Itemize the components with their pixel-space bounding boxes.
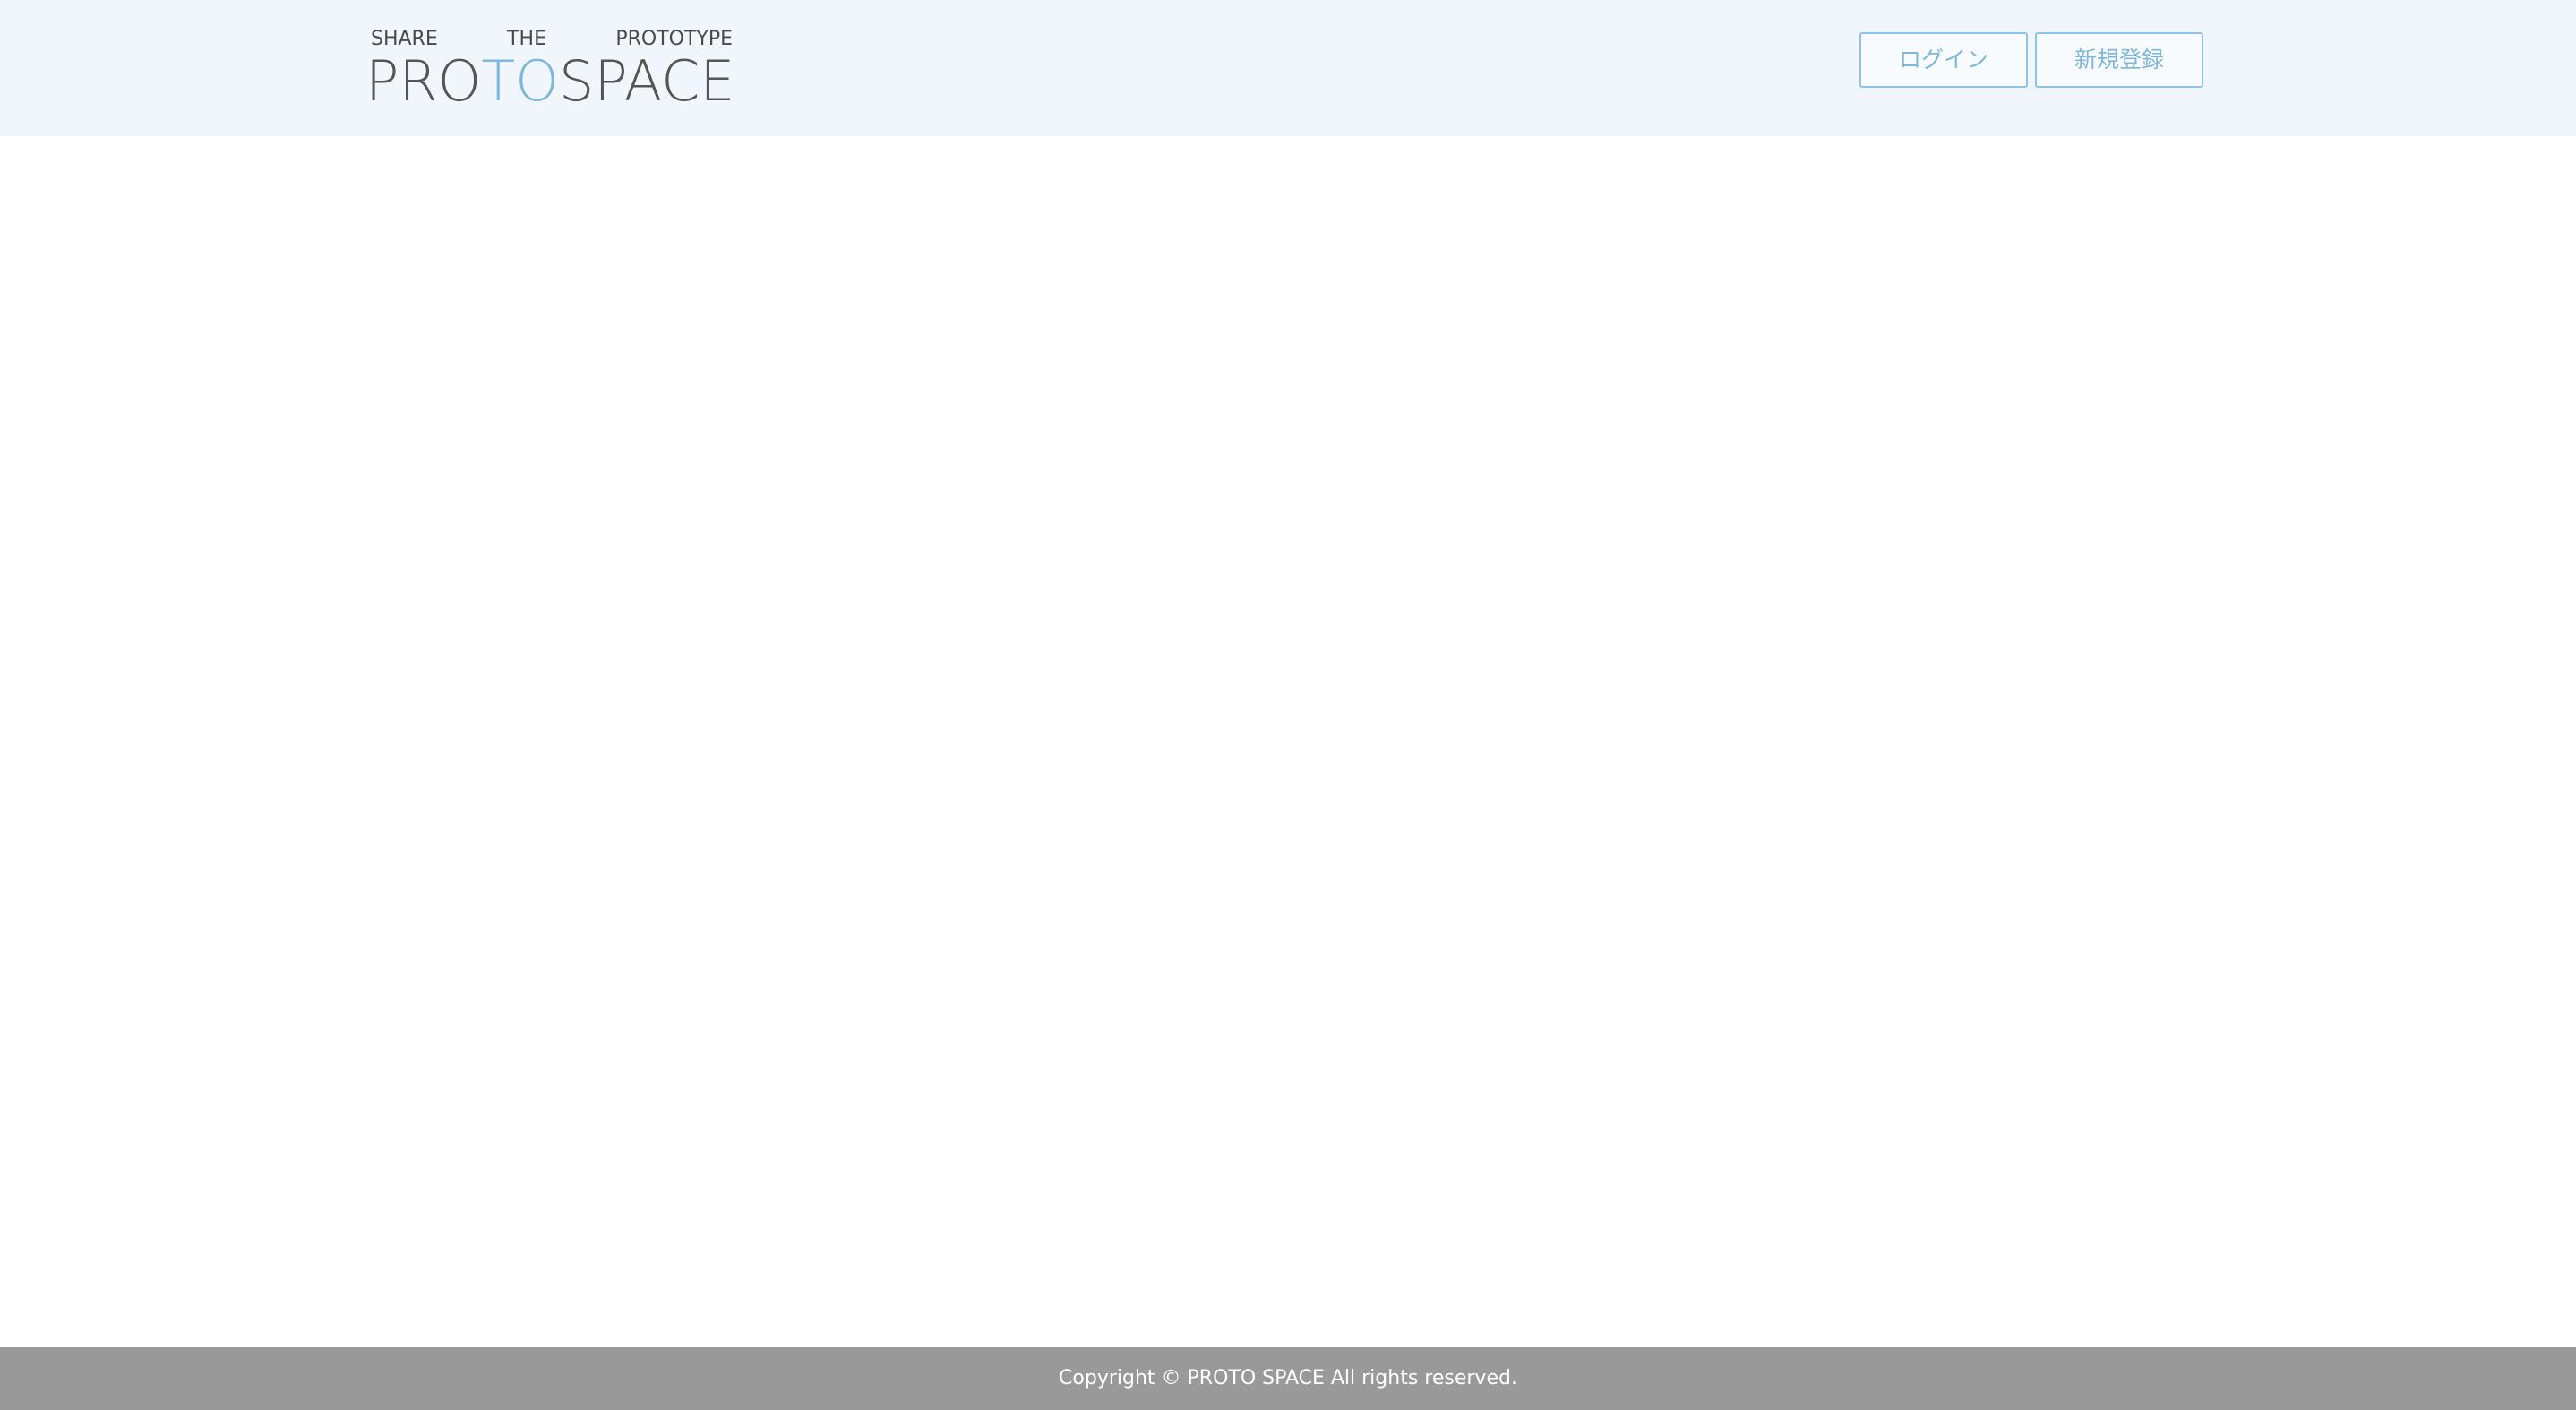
- logo-wordmark: PRO TO SPACE: [365, 48, 735, 114]
- main-content: [0, 136, 2576, 1347]
- page: SHARE THE PROTOTYPE PRO TO SPACE ログイン 新規登録…: [0, 0, 2576, 1410]
- login-button[interactable]: ログイン: [1859, 32, 2028, 88]
- copyright-text: Copyright © PROTO SPACE All rights reser…: [1059, 1367, 1517, 1389]
- logo-wordmark-part1: PRO: [365, 48, 482, 114]
- signup-button[interactable]: 新規登録: [2035, 32, 2203, 88]
- site-header: SHARE THE PROTOTYPE PRO TO SPACE ログイン 新規登録: [0, 0, 2576, 136]
- site-logo[interactable]: SHARE THE PROTOTYPE PRO TO SPACE: [365, 27, 735, 114]
- logo-wordmark-part2: SPACE: [558, 48, 735, 114]
- site-footer: Copyright © PROTO SPACE All rights reser…: [0, 1347, 2576, 1410]
- logo-wordmark-accent: TO: [481, 48, 559, 114]
